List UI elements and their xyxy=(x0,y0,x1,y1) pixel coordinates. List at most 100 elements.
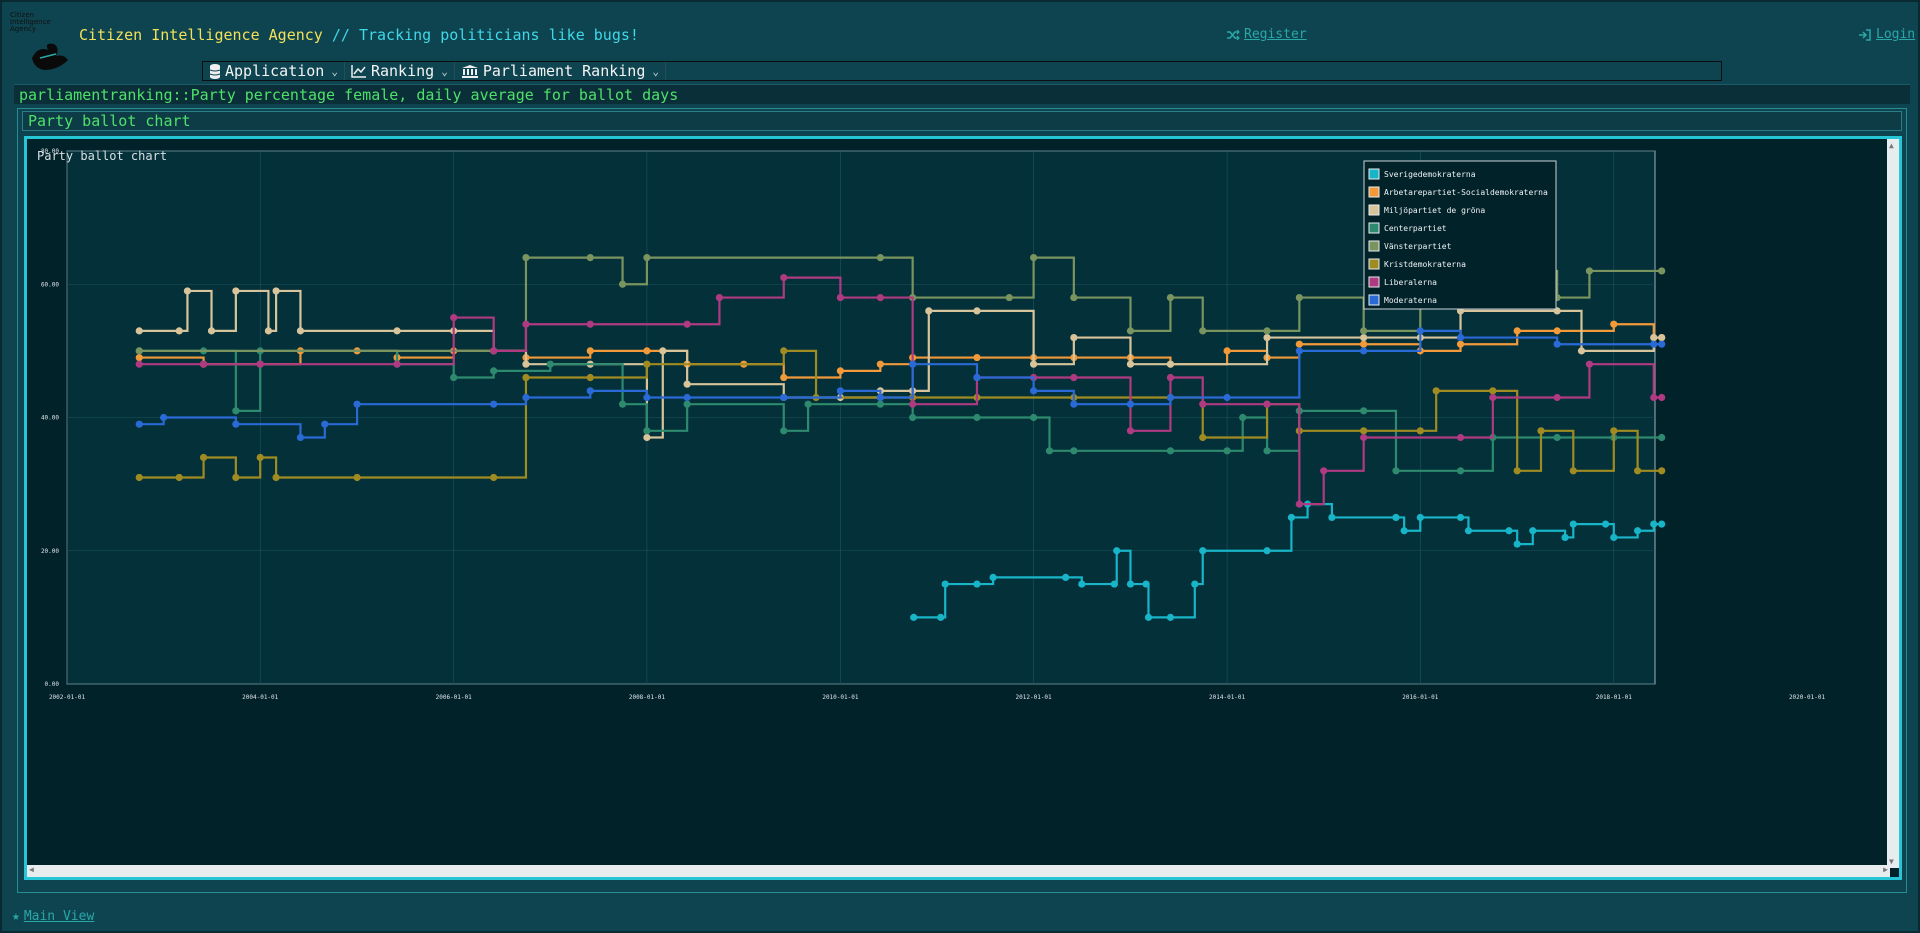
data-point xyxy=(1577,347,1586,355)
legend-label: Moderaterna xyxy=(1384,296,1437,305)
data-point xyxy=(1513,540,1521,548)
y-tick-label: 40.00 xyxy=(41,415,59,422)
data-point xyxy=(1030,387,1038,395)
data-point xyxy=(1585,360,1594,368)
x-tick-label: 2004-01-01 xyxy=(242,694,279,701)
data-point xyxy=(1610,533,1618,542)
data-point xyxy=(643,360,651,368)
data-point xyxy=(643,347,651,355)
data-point xyxy=(393,360,401,368)
data-point xyxy=(1360,327,1368,335)
data-point xyxy=(973,373,981,382)
chart-panel-body: 0.00 20.00 40.00 60.00 80.00 2002-01-01 2004-0… xyxy=(24,136,1902,880)
menu-ranking[interactable]: Ranking ⌄ xyxy=(345,62,455,80)
data-point xyxy=(135,353,143,362)
data-point xyxy=(1287,513,1296,522)
data-point xyxy=(135,327,143,335)
data-point xyxy=(1223,393,1231,402)
data-point xyxy=(1489,393,1497,402)
data-point xyxy=(1585,267,1594,275)
data-point xyxy=(296,433,305,442)
data-point xyxy=(175,327,183,335)
data-point xyxy=(1513,327,1521,335)
data-point xyxy=(1199,433,1207,442)
main-view-link[interactable]: ★ Main View xyxy=(12,909,94,924)
data-point xyxy=(643,433,651,442)
data-point xyxy=(1030,413,1038,422)
data-point xyxy=(1634,467,1642,475)
horizontal-scrollbar[interactable]: ◀ ▶ xyxy=(27,865,1890,877)
login-label: Login xyxy=(1876,27,1916,42)
star-icon: ★ xyxy=(12,909,20,924)
data-point xyxy=(836,293,844,302)
data-point xyxy=(232,407,240,415)
data-point xyxy=(1320,467,1328,475)
institution-icon xyxy=(461,65,478,78)
menu-parliament-ranking[interactable]: Parliament Ranking ⌄ xyxy=(455,62,666,80)
y-tick-label: 20.00 xyxy=(41,548,59,555)
data-point xyxy=(780,373,788,382)
data-point xyxy=(183,287,192,295)
data-point xyxy=(1166,293,1175,302)
data-point xyxy=(1062,573,1070,581)
data-point xyxy=(1263,547,1271,555)
data-point xyxy=(256,453,264,462)
data-point xyxy=(1456,513,1465,522)
y-tick-label: 60.00 xyxy=(41,281,59,288)
data-point xyxy=(659,347,667,355)
data-point xyxy=(490,473,498,482)
data-point xyxy=(256,360,264,368)
page-title-bar: parliamentranking::Party percentage fema… xyxy=(14,84,1910,104)
data-point xyxy=(135,420,143,428)
data-point xyxy=(804,400,812,408)
data-point xyxy=(393,327,401,335)
scroll-up-icon[interactable]: ▲ xyxy=(1889,141,1894,150)
data-point xyxy=(1070,447,1078,455)
data-point xyxy=(836,387,844,395)
chevron-down-icon: ⌄ xyxy=(331,64,338,78)
data-point xyxy=(490,400,498,408)
scroll-right-icon[interactable]: ▶ xyxy=(1883,865,1888,874)
register-link[interactable]: Register xyxy=(1226,27,1307,42)
x-tick-label: 2012-01-01 xyxy=(1016,694,1053,701)
data-point xyxy=(522,360,530,368)
menu-application[interactable]: Application ⌄ xyxy=(203,62,345,80)
register-label: Register xyxy=(1244,27,1307,42)
data-point xyxy=(1360,340,1368,348)
legend-label: Liberalerna xyxy=(1384,278,1437,287)
data-point xyxy=(1658,467,1666,475)
vertical-scrollbar[interactable]: ▲ ▼ xyxy=(1887,139,1899,868)
data-point xyxy=(207,327,216,335)
scroll-left-icon[interactable]: ◀ xyxy=(29,865,34,874)
data-point xyxy=(1658,267,1666,275)
site-logo[interactable]: Citizen Intelligence Agency xyxy=(10,12,72,74)
data-point xyxy=(836,367,844,375)
x-tick-label: 2014-01-01 xyxy=(1209,694,1246,701)
data-point xyxy=(1030,360,1038,368)
data-point xyxy=(1126,580,1135,588)
data-point xyxy=(1199,400,1207,408)
data-point xyxy=(1191,580,1199,588)
legend-swatch xyxy=(1368,222,1380,234)
data-point xyxy=(1392,513,1400,522)
x-tick-label: 2002-01-01 xyxy=(49,694,86,701)
data-point xyxy=(1650,340,1658,348)
data-point xyxy=(1078,580,1086,588)
legend-label: Centerpartiet xyxy=(1384,224,1447,233)
data-point xyxy=(876,360,884,368)
data-point xyxy=(1650,333,1658,342)
legend-label: Vänsterpartiet xyxy=(1384,242,1452,251)
data-point xyxy=(780,427,788,435)
data-point xyxy=(973,307,981,315)
data-point xyxy=(618,280,627,288)
data-point xyxy=(1126,327,1135,335)
login-link[interactable]: Login xyxy=(1858,27,1915,42)
legend-swatch xyxy=(1368,204,1380,216)
data-point xyxy=(272,287,280,295)
data-point xyxy=(450,313,458,322)
data-point xyxy=(683,400,691,408)
data-point xyxy=(1360,347,1368,355)
data-point xyxy=(199,360,208,368)
data-point xyxy=(1110,580,1118,588)
data-point xyxy=(1223,447,1231,455)
